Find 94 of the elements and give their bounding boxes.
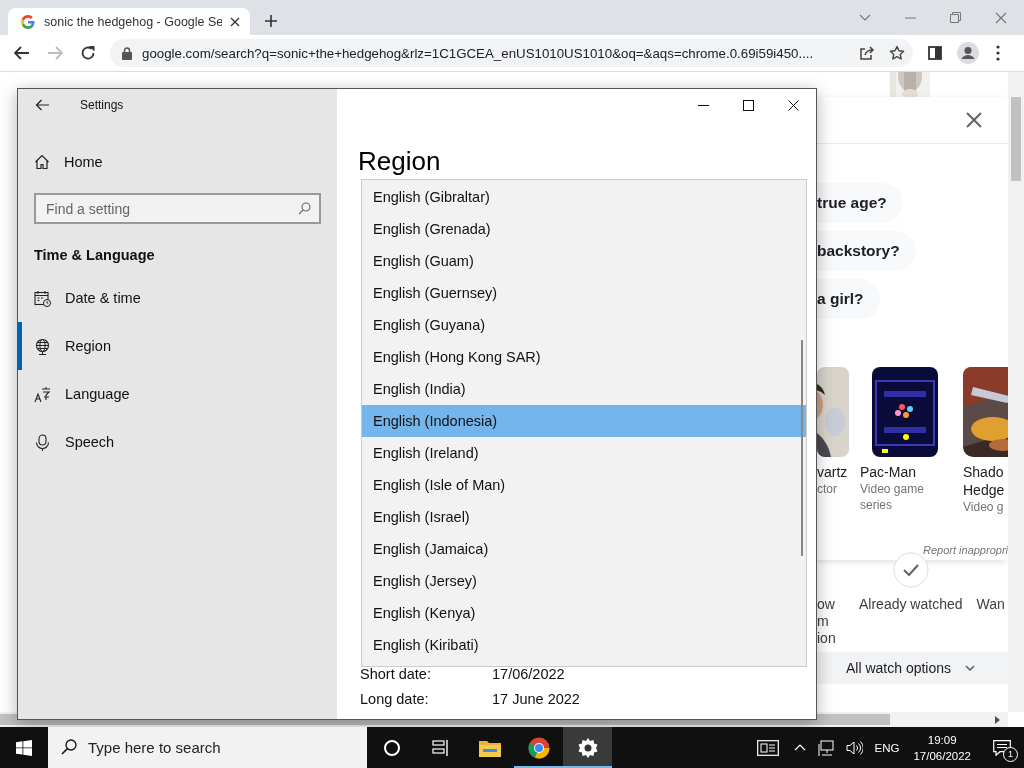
browser-tab[interactable]: sonic the hedgehog - Google Se	[8, 8, 250, 35]
microphone-icon	[34, 433, 51, 451]
language-indicator[interactable]: ENG	[874, 741, 900, 754]
lock-icon	[122, 46, 132, 60]
dropdown-option[interactable]: English (Hong Kong SAR)	[362, 341, 806, 373]
chrome-logo-icon	[527, 736, 550, 759]
profile-icon[interactable]	[957, 42, 979, 64]
format-label: Long date:	[360, 690, 430, 709]
window-title: Settings	[80, 98, 124, 112]
folder-icon	[478, 738, 501, 757]
tab-title: sonic the hedgehog - Google Se	[44, 14, 222, 29]
dropdown-option[interactable]: English (Kiribati)	[362, 629, 806, 661]
search-field[interactable]: Type here to search	[48, 727, 367, 768]
dropdown-option[interactable]: English (Guernsey)	[362, 277, 806, 309]
question-chip[interactable]: a girl?	[817, 279, 880, 319]
entity-name[interactable]: vartz	[817, 463, 849, 481]
dropdown-option[interactable]: English (Grenada)	[362, 213, 806, 245]
nav-item[interactable]: Language	[18, 370, 337, 418]
close-icon[interactable]	[230, 16, 240, 27]
url-text: google.com/search?q=sonic+the+hedgehog&rlz=1C1GCEA_enUS1010US1010&oq=&aqs=chrome.0.69i59i450....	[142, 45, 815, 61]
entity-name[interactable]: Hedge	[963, 481, 1008, 499]
reload-icon[interactable]	[80, 45, 96, 61]
dropdown-option[interactable]: English (India)	[362, 373, 806, 405]
nav-item[interactable]: Home	[18, 142, 337, 182]
close-icon[interactable]	[788, 99, 799, 111]
minimize-icon[interactable]	[698, 104, 709, 106]
format-label: Short date:	[360, 665, 432, 684]
scroll-right-icon[interactable]	[995, 715, 1000, 724]
format-value: 17 June 2022	[492, 690, 581, 709]
dropdown-option[interactable]: English (Jersey)	[362, 565, 806, 597]
address-bar[interactable]: google.com/search?q=sonic+the+hedgehog&rlz=1C1GCEA_enUS1010US1010&oq=&aqs=chrome.0.69i59i450....	[110, 39, 913, 67]
dropdown-option[interactable]: English (Gibraltar)	[362, 181, 806, 213]
question-chip[interactable]: true age?	[817, 183, 903, 223]
section-heading: Time & Language	[34, 247, 156, 263]
network-icon[interactable]	[817, 739, 834, 756]
dropdown-option[interactable]: English (Guyana)	[362, 309, 806, 341]
back-icon[interactable]	[35, 99, 49, 111]
chevron-down-icon	[965, 665, 976, 671]
task-view-icon	[431, 739, 450, 756]
news-icon[interactable]	[756, 739, 779, 756]
chevron-up-icon[interactable]	[793, 744, 806, 751]
notification-icon[interactable]	[993, 739, 1011, 756]
watch-options-button[interactable]: All watch options	[817, 652, 1008, 684]
circle-icon	[382, 738, 401, 757]
nav-item[interactable]: Date & time	[18, 274, 337, 322]
dropdown-option[interactable]: English (Isle of Man)	[362, 469, 806, 501]
side-panel-icon[interactable]	[928, 46, 942, 60]
format-value: 17/06/2022	[492, 665, 566, 684]
maximize-icon[interactable]	[743, 99, 754, 111]
search-icon	[298, 202, 311, 215]
question-chip[interactable]: backstory?	[817, 231, 916, 271]
entity-name[interactable]: Pac-Man	[860, 463, 938, 481]
new-tab-icon[interactable]	[264, 14, 278, 28]
back-icon[interactable]	[14, 46, 30, 60]
chevron-down-icon[interactable]	[859, 13, 871, 22]
nav-item[interactable]: Speech	[18, 418, 337, 466]
globe-icon	[34, 337, 51, 355]
calendar-clock-icon	[34, 289, 51, 307]
taskbar-app[interactable]	[563, 727, 612, 768]
menu-icon[interactable]	[996, 45, 1000, 61]
dropdown-option[interactable]: English (Jamaica)	[362, 533, 806, 565]
close-icon[interactable]	[966, 112, 982, 128]
entity-type: ctor	[817, 481, 838, 497]
gear-icon	[577, 737, 598, 758]
search-field[interactable]: Find a setting	[34, 193, 321, 224]
action-label[interactable]: ow m ion	[817, 596, 836, 647]
dropdown-option[interactable]: English (Ireland)	[362, 437, 806, 469]
g-logo-icon	[20, 13, 36, 30]
windows-logo-icon[interactable]	[16, 739, 32, 756]
scroll-thumb[interactable]	[1011, 97, 1021, 181]
dropdown-option[interactable]: English (Kenya)	[362, 597, 806, 629]
report-link[interactable]: Report inappropri	[923, 544, 1008, 556]
action-label[interactable]: Wan	[976, 596, 1005, 613]
vertical-scrollbar[interactable]	[1008, 72, 1024, 712]
entity-type: Video g	[963, 499, 1005, 515]
action-label[interactable]: Already watched	[859, 596, 963, 613]
restore-icon[interactable]	[950, 12, 961, 23]
search-icon	[61, 739, 77, 755]
dropdown-option[interactable]: English (Israel)	[362, 501, 806, 533]
entity-type: Video game series	[860, 481, 925, 513]
dropdown-option[interactable]: English (Guam)	[362, 245, 806, 277]
entity-name[interactable]: Shado	[963, 463, 1008, 481]
nav-item[interactable]: Region	[18, 322, 337, 370]
notification-count: 1	[1003, 746, 1018, 762]
page-heading: Region	[358, 145, 442, 177]
share-icon[interactable]	[859, 45, 875, 61]
star-icon[interactable]	[889, 45, 905, 61]
clock-time[interactable]: 19:09	[913, 731, 971, 748]
scroll-thumb[interactable]	[801, 340, 803, 556]
dropdown-option[interactable]: English (Indonesia)	[362, 405, 806, 437]
language-icon	[34, 385, 51, 403]
home-icon	[34, 154, 50, 170]
volume-icon[interactable]	[845, 739, 863, 756]
clock-date[interactable]: 17/06/2022	[913, 747, 971, 764]
